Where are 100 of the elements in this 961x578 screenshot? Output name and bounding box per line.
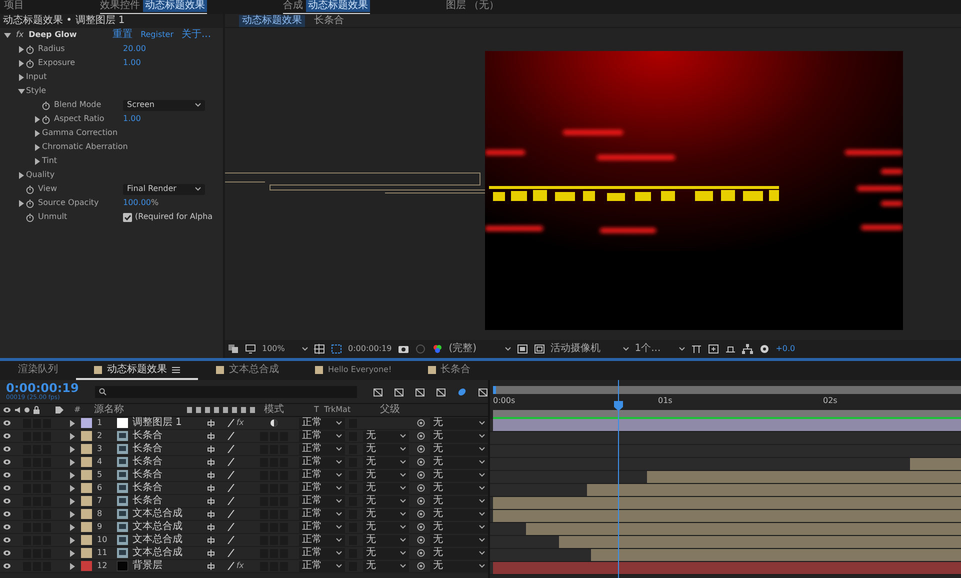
twirl-down-icon[interactable] [4, 32, 11, 38]
mask-icon[interactable] [331, 344, 342, 354]
track-matte-dropdown[interactable]: 无 [363, 522, 409, 532]
blend-mode-dropdown[interactable]: 正常 [299, 560, 345, 572]
chevron-icon[interactable] [400, 499, 406, 503]
solo-icon[interactable] [24, 406, 30, 414]
chevron-icon[interactable] [479, 538, 485, 542]
label-color-swatch[interactable] [81, 535, 92, 545]
chevron-icon[interactable] [479, 486, 485, 490]
twirl-right-icon[interactable] [34, 144, 40, 150]
blend-mode-dropdown[interactable]: 正常 [299, 548, 345, 558]
parent-dropdown[interactable]: 无 [430, 430, 488, 442]
parent-dropdown[interactable]: 无 [430, 456, 488, 468]
eye-icon[interactable] [3, 432, 11, 440]
label-color-swatch[interactable] [81, 548, 92, 558]
twirl-down-icon[interactable] [18, 88, 24, 94]
eye-icon[interactable] [3, 536, 11, 544]
parent-dropdown[interactable]: 无 [430, 534, 488, 546]
blend-mode-dropdown[interactable]: 正常 [299, 482, 345, 494]
exposure-icon[interactable] [758, 344, 770, 354]
parent-dropdown[interactable]: 无 [430, 470, 488, 480]
eye-icon[interactable] [3, 484, 11, 492]
eye-icon[interactable] [3, 445, 11, 453]
stopwatch-icon[interactable] [42, 100, 50, 110]
parent-dropdown[interactable]: 无 [430, 418, 488, 428]
region-of-interest-icon[interactable] [516, 344, 528, 354]
track-matte-dropdown[interactable]: 无 [363, 508, 409, 520]
chevron-icon[interactable] [400, 473, 406, 477]
layer-name[interactable]: 调整图层 1 [132, 418, 208, 428]
track-matte-dropdown[interactable]: 无 [363, 496, 409, 506]
property-dropdown[interactable]: Final Render [123, 184, 205, 194]
eye-icon[interactable] [3, 510, 11, 518]
eye-icon[interactable] [3, 523, 11, 531]
twirl-right-icon[interactable] [18, 200, 24, 206]
track-matte-dropdown[interactable]: 无 [363, 560, 409, 572]
chevron-icon[interactable] [622, 347, 629, 351]
chevron-icon[interactable] [400, 460, 406, 464]
twirl-right-icon[interactable] [34, 158, 40, 164]
track-matte-dropdown[interactable]: 无 [363, 534, 409, 546]
chevron-icon[interactable] [479, 525, 485, 529]
audio-icon[interactable] [14, 406, 21, 414]
chevron-icon[interactable] [400, 551, 406, 555]
twirl-right-icon[interactable] [18, 172, 24, 178]
color-channels-icon[interactable] [432, 344, 443, 354]
current-time[interactable]: 0:00:00:19 [6, 382, 79, 394]
effect-link[interactable]: 关于... [182, 30, 212, 40]
eye-icon[interactable] [3, 471, 11, 479]
chevron-icon[interactable] [336, 434, 342, 438]
label-color-swatch[interactable] [81, 444, 92, 454]
chevron-icon[interactable] [336, 525, 342, 529]
motion-blur-icon[interactable] [457, 386, 467, 396]
eye-icon[interactable] [3, 419, 11, 427]
parent-dropdown[interactable]: 无 [430, 482, 488, 494]
blend-mode-dropdown[interactable]: 正常 [299, 456, 345, 468]
viewer-tab[interactable]: 动态标题效果 [239, 14, 305, 26]
chevron-icon[interactable] [195, 187, 201, 191]
view-layout-dropdown[interactable]: 1个... [634, 344, 685, 354]
chevron-icon[interactable] [400, 447, 406, 451]
track-matte-dropdown[interactable]: 无 [363, 430, 409, 442]
effect-link[interactable]: 重置 [112, 30, 133, 40]
effect-link[interactable]: Register [140, 31, 174, 39]
lock-icon[interactable] [33, 406, 40, 414]
chevron-icon[interactable] [195, 103, 201, 107]
label-color-swatch[interactable] [81, 431, 92, 441]
search-field[interactable] [94, 386, 357, 398]
stopwatch-icon[interactable] [42, 114, 50, 124]
playhead-handle-icon[interactable] [614, 401, 623, 411]
timeline-tab[interactable]: 长条合 [410, 361, 489, 380]
property-value[interactable]: 20.00 [123, 45, 146, 53]
timecode[interactable]: 0:00:00:19 [348, 345, 392, 353]
chevron-icon[interactable] [479, 499, 485, 503]
property-value[interactable]: 1.00 [123, 59, 141, 67]
eye-icon[interactable] [3, 458, 11, 466]
blend-mode-dropdown[interactable]: 正常 [299, 534, 345, 546]
chevron-icon[interactable] [479, 434, 485, 438]
chevron-icon[interactable] [400, 564, 406, 568]
track-matte-dropdown[interactable]: 无 [363, 548, 409, 558]
blend-mode-dropdown[interactable]: 正常 [299, 496, 345, 506]
chevron-icon[interactable] [678, 347, 685, 351]
layer-name[interactable]: 文本总合成 [132, 522, 208, 532]
label-color-swatch[interactable] [81, 470, 92, 480]
layer-name[interactable]: 文本总合成 [132, 548, 208, 558]
stopwatch-icon[interactable] [26, 198, 34, 208]
pixel-aspect-icon[interactable] [690, 344, 702, 354]
label-color-swatch[interactable] [81, 418, 92, 428]
twirl-right-icon[interactable] [18, 74, 24, 80]
chevron-icon[interactable] [479, 447, 485, 451]
twirl-right-icon[interactable] [34, 116, 40, 122]
chevron-icon[interactable] [479, 421, 485, 425]
chevron-icon[interactable] [479, 512, 485, 516]
chevron-icon[interactable] [400, 434, 406, 438]
panel-tab[interactable]: 项目 [4, 0, 24, 14]
chevron-icon[interactable] [336, 486, 342, 490]
camera-dropdown[interactable]: 活动摄像机 [550, 344, 629, 354]
eye-icon[interactable] [3, 549, 11, 557]
property-dropdown[interactable]: Screen [123, 100, 205, 110]
layer-name[interactable]: 长条合 [132, 470, 208, 480]
resolution-dropdown[interactable]: (完整) [448, 344, 511, 354]
parent-dropdown[interactable]: 无 [430, 548, 488, 558]
timeline-icon[interactable] [724, 344, 736, 354]
